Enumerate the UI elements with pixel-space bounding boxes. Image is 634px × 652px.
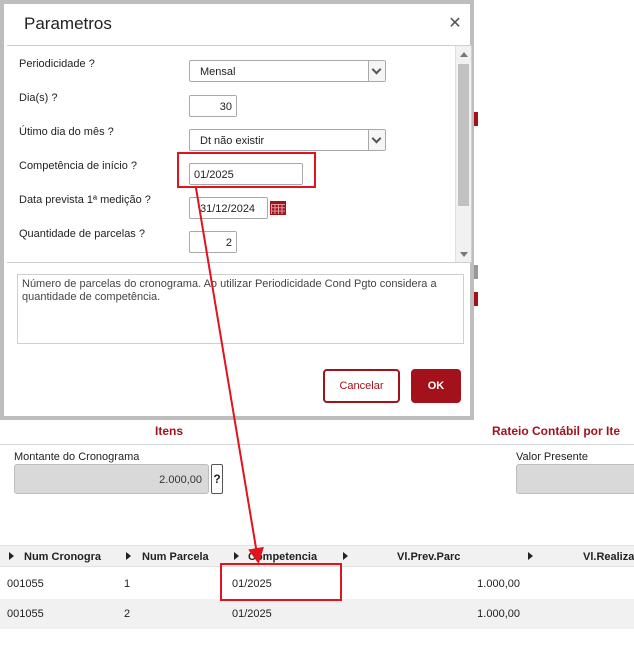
scroll-thumb[interactable] [458,64,469,206]
ok-button[interactable]: OK [411,369,461,403]
sort-arrow-icon[interactable] [343,552,348,560]
periodicidade-select[interactable]: Mensal [189,60,386,82]
close-icon[interactable]: ✕ [447,13,463,33]
periodicidade-value: Mensal [200,66,236,78]
competencia-inicio-label: Competência de início ? [19,160,138,172]
bg-red-marker [474,292,478,306]
ultimo-dia-label: Útimo dia do mês ? [19,126,114,138]
bg-grey-marker [474,265,478,279]
data-prevista-input[interactable]: 31/12/2024 [189,197,268,219]
section-title-itens: Itens [155,424,184,438]
dias-label: Dia(s) ? [19,92,58,104]
ultimo-dia-select[interactable]: Dt não existir [189,129,386,151]
cell-vl-prev-parc: 1.000,00 [477,608,520,620]
cell-vl-prev-parc: 1.000,00 [477,578,520,590]
dias-input[interactable]: 30 [189,95,237,117]
valor-presente-field [516,464,634,494]
ultimo-dia-value: Dt não existir [200,135,265,147]
sort-arrow-icon[interactable] [126,552,131,560]
help-text-box: Número de parcelas do cronograma. Ao uti… [17,274,464,344]
scrollbar[interactable] [455,46,471,262]
cell-competencia: 01/2025 [232,608,272,620]
cancel-button[interactable]: Cancelar [323,369,400,403]
data-prevista-label: Data prevista 1ª medição ? [19,194,151,206]
calendar-icon[interactable] [270,201,286,215]
section-divider [0,444,634,445]
cell-num-parcela: 1 [124,578,131,590]
cell-num-cronograma: 001055 [7,608,44,620]
valor-presente-label: Valor Presente [516,451,588,463]
periodicidade-label: Periodicidade ? [19,58,95,70]
montante-label: Montante do Cronograma [14,451,140,463]
cell-num-cronograma: 001055 [7,578,44,590]
cell-num-parcela: 2 [124,608,131,620]
highlight-competencia-cell [220,563,342,601]
scroll-up-icon[interactable] [460,52,468,57]
montante-field: 2.000,00 [14,464,209,494]
bg-red-marker [474,112,478,126]
qtd-parcelas-label: Quantidade de parcelas ? [19,228,145,240]
qtd-parcelas-input[interactable]: 2 [189,231,237,253]
col-competencia[interactable]: Competencia [248,551,317,563]
dialog-title: Parametros [24,14,112,33]
col-vl-prev-parc[interactable]: Vl.Prev.Parc [397,551,460,563]
sort-arrow-icon[interactable] [234,552,239,560]
chevron-down-icon[interactable] [368,130,385,150]
highlight-competencia-input [177,152,316,188]
table-row[interactable]: 001055 2 01/2025 1.000,00 [0,599,634,629]
col-vl-realiza[interactable]: Vl.Realiza [583,551,634,563]
sort-arrow-icon[interactable] [9,552,14,560]
sort-arrow-icon[interactable] [528,552,533,560]
col-num-cronograma[interactable]: Num Cronogra [24,551,101,563]
parametros-dialog: Parametros ✕ Periodicidade ? Mensal Dia(… [0,0,474,420]
montante-help-button[interactable]: ? [211,464,223,494]
scroll-down-icon[interactable] [460,252,468,257]
chevron-down-icon[interactable] [368,61,385,81]
section-title-rateio: Rateio Contábil por Ite [492,424,621,438]
col-num-parcela[interactable]: Num Parcela [142,551,209,563]
